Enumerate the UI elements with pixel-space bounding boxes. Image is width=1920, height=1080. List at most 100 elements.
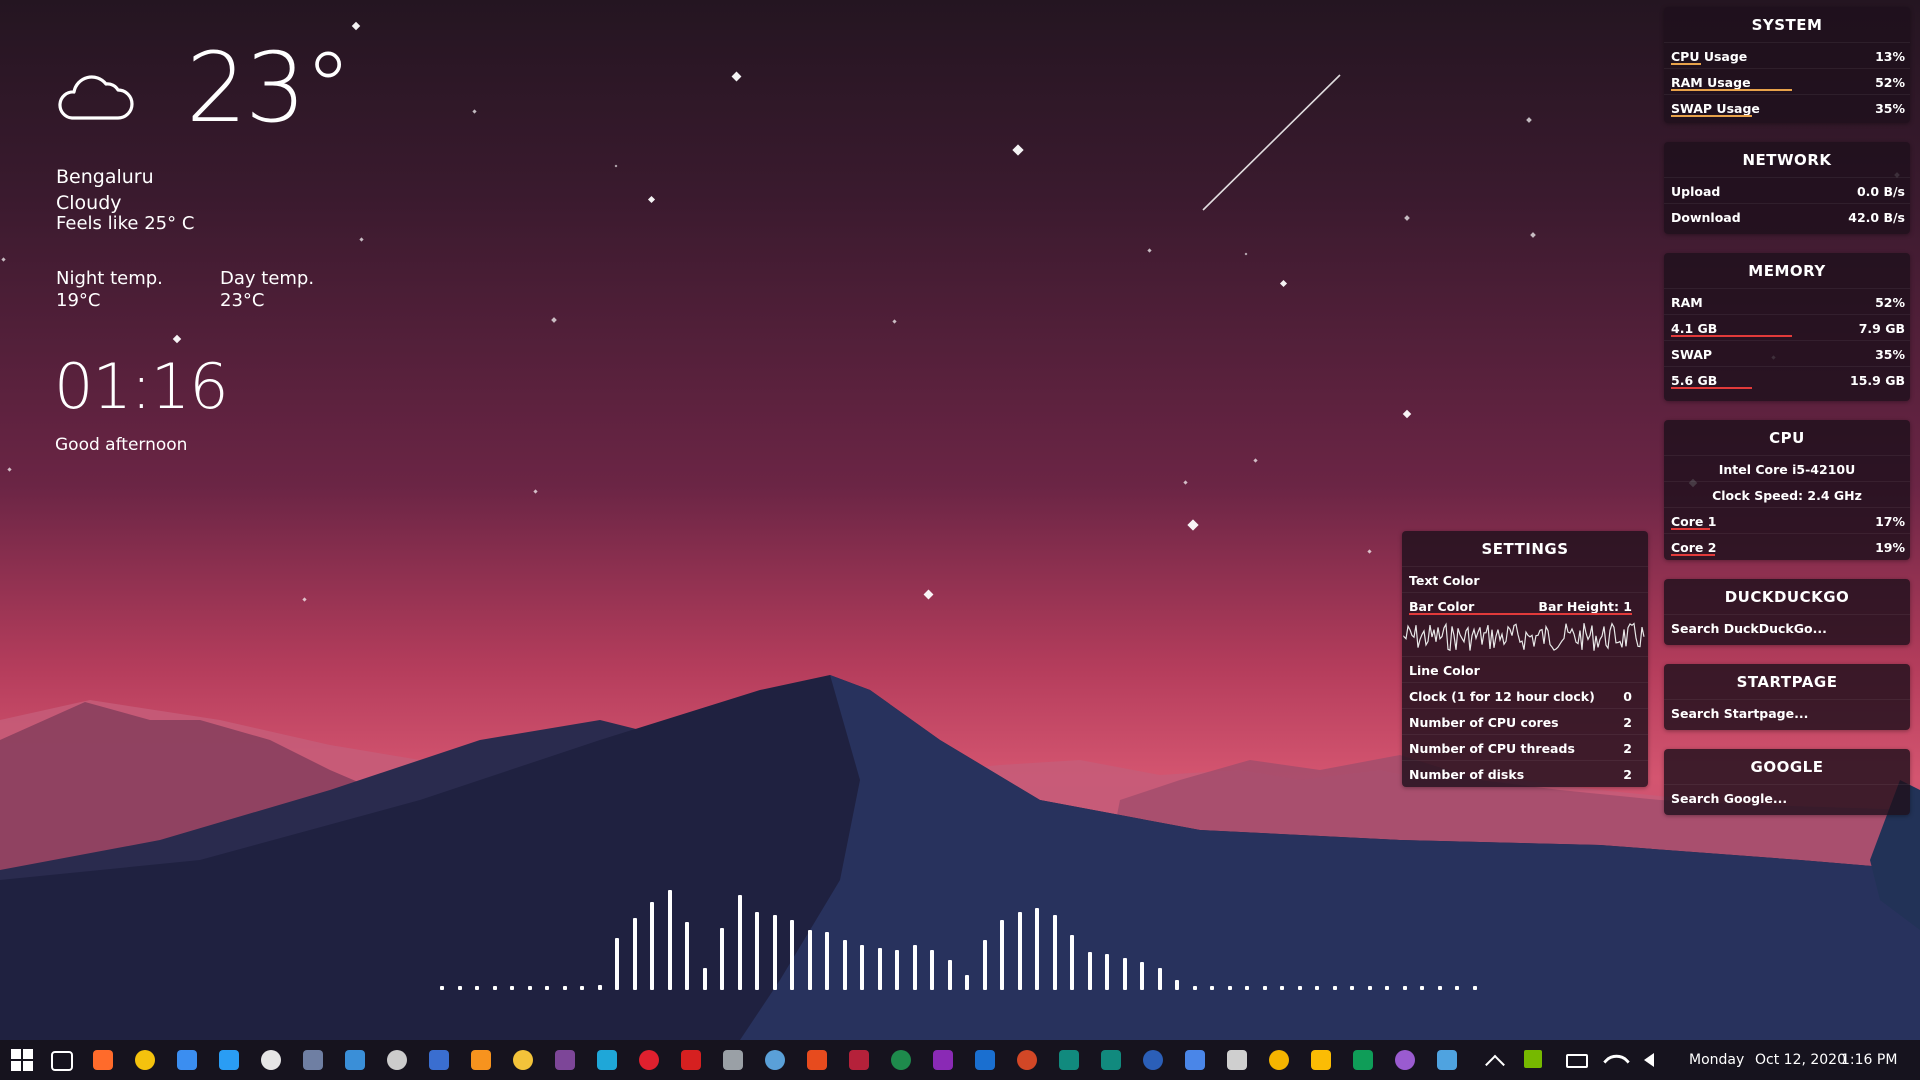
visualizer-bar	[1070, 935, 1074, 990]
settings-row[interactable]: Number of CPU threads 2	[1402, 734, 1648, 760]
usage-bar	[1671, 335, 1792, 337]
terminal-icon[interactable]	[387, 1050, 407, 1070]
settings-row-value: 2	[1623, 741, 1632, 756]
firefox-dev-icon[interactable]	[177, 1050, 197, 1070]
visualizer-bar	[1385, 986, 1389, 990]
acrobat-icon[interactable]	[681, 1050, 701, 1070]
battery-icon[interactable]	[1566, 1054, 1588, 1068]
excel-icon[interactable]	[891, 1050, 911, 1070]
cpu-row-value: 19%	[1875, 540, 1905, 555]
system-row-label: CPU Usage	[1671, 49, 1748, 64]
network-row: Upload 0.0 B/s	[1664, 177, 1910, 203]
powerpoint-icon[interactable]	[1017, 1050, 1037, 1070]
visualizer-bar	[720, 928, 724, 990]
tray-nvidia-icon[interactable]	[1524, 1050, 1542, 1068]
firefox-icon[interactable]	[93, 1050, 113, 1070]
taskbar-day[interactable]: Monday	[1689, 1052, 1744, 1068]
forms-icon[interactable]	[1395, 1050, 1415, 1070]
sway-icon[interactable]	[1101, 1050, 1121, 1070]
visualizer-bar	[527, 986, 532, 990]
panel-title: NETWORK	[1742, 151, 1832, 169]
visualizer-bar	[1332, 986, 1337, 990]
visualizer-bar	[1105, 954, 1109, 990]
settings-row[interactable]: Number of disks 2	[1402, 760, 1648, 786]
usage-bar	[1671, 528, 1710, 530]
volume-icon[interactable]	[1644, 1053, 1654, 1067]
memory-row-label: 5.6 GB	[1671, 373, 1718, 388]
visualizer-bar	[755, 912, 759, 990]
wifi-analyzer-icon[interactable]	[723, 1050, 743, 1070]
visualizer-bar	[1297, 986, 1302, 990]
waveform-line	[1403, 622, 1645, 652]
ccleaner-icon[interactable]	[765, 1050, 785, 1070]
calculator-icon[interactable]	[303, 1050, 323, 1070]
visualizer-bar	[1315, 986, 1319, 990]
system-row-value: 35%	[1875, 101, 1905, 116]
slides-icon[interactable]	[1269, 1050, 1289, 1070]
visualizer-bar	[1122, 958, 1127, 990]
powershell-icon[interactable]	[429, 1050, 449, 1070]
panel-title: GOOGLE	[1750, 758, 1824, 776]
bar-color-setting[interactable]: Bar Color Bar Height: 1	[1402, 592, 1648, 618]
panel-title: MEMORY	[1748, 262, 1826, 280]
memory-row-label: 4.1 GB	[1671, 321, 1718, 336]
keep-icon[interactable]	[1311, 1050, 1331, 1070]
opera-icon[interactable]	[639, 1050, 659, 1070]
bar-height-setting[interactable]: Bar Height: 1	[1538, 599, 1632, 614]
system-row: CPU Usage 13%	[1664, 42, 1910, 68]
visualizer-bar	[1420, 986, 1424, 990]
start-icon[interactable]	[9, 1047, 33, 1071]
wifi-icon[interactable]	[1603, 1048, 1630, 1075]
publisher-icon[interactable]	[1059, 1050, 1079, 1070]
bar-color-swatch	[1409, 613, 1632, 615]
settings-row[interactable]: Number of CPU cores 2	[1402, 708, 1648, 734]
chrome-icon[interactable]	[135, 1050, 155, 1070]
city-name: Bengaluru	[56, 166, 154, 188]
tor-browser-icon[interactable]	[555, 1050, 575, 1070]
memory-row: 5.6 GB 15.9 GB	[1664, 366, 1910, 392]
remote-desktop-icon[interactable]	[345, 1050, 365, 1070]
taskbar-time[interactable]: 1:16 PM	[1841, 1052, 1897, 1068]
weather-condition: Cloudy	[56, 192, 122, 214]
line-color-setting[interactable]: Line Color	[1402, 656, 1648, 682]
settings-panel: SETTINGS Text Color Bar Color Bar Height…	[1402, 531, 1648, 787]
network-row-value: 42.0 B/s	[1848, 210, 1905, 225]
system-row-label: RAM Usage	[1671, 75, 1751, 90]
text-color-setting[interactable]: Text Color	[1402, 566, 1648, 592]
panel-title: CPU	[1769, 429, 1805, 447]
visualizer-bar	[615, 938, 619, 990]
system-row-value: 52%	[1875, 75, 1905, 90]
startpage-panel: STARTPAGE Search Startpage...	[1664, 664, 1910, 730]
office-icon[interactable]	[807, 1050, 827, 1070]
drop-icon[interactable]	[1437, 1050, 1457, 1070]
visualizer-bar	[930, 950, 934, 990]
file-icon[interactable]	[1227, 1050, 1247, 1070]
network-panel: NETWORK Upload 0.0 B/s Download 42.0 B/s	[1664, 142, 1910, 234]
show-hidden-icons-icon[interactable]	[1485, 1054, 1505, 1075]
task-view-icon[interactable]	[51, 1051, 73, 1071]
vlc-icon[interactable]	[471, 1050, 491, 1070]
visualizer-bar	[965, 975, 969, 990]
network-row-label: Upload	[1671, 184, 1721, 199]
startpage-search-input[interactable]: Search Startpage...	[1664, 699, 1910, 725]
file-explorer-icon[interactable]	[513, 1050, 533, 1070]
notepad-icon[interactable]	[261, 1050, 281, 1070]
edge-icon[interactable]	[597, 1050, 617, 1070]
google-search-input[interactable]: Search Google...	[1664, 784, 1910, 810]
access-icon[interactable]	[849, 1050, 869, 1070]
visualizer-bar	[545, 986, 549, 990]
sheets-icon[interactable]	[1353, 1050, 1373, 1070]
word-icon[interactable]	[1143, 1050, 1163, 1070]
settings-row-value: 0	[1623, 689, 1632, 704]
settings-row[interactable]: Clock (1 for 12 hour clock) 0	[1402, 682, 1648, 708]
duckduckgo-search-input[interactable]: Search DuckDuckGo...	[1664, 614, 1910, 640]
vscode-icon[interactable]	[219, 1050, 239, 1070]
docs-icon[interactable]	[1185, 1050, 1205, 1070]
cpu-row-label: Core 1	[1671, 514, 1717, 529]
visualizer-bar	[1472, 986, 1477, 990]
taskbar-date[interactable]: Oct 12, 2020	[1755, 1052, 1846, 1068]
memory-row-value: 52%	[1875, 295, 1905, 310]
onenote-icon[interactable]	[933, 1050, 953, 1070]
audio-visualizer	[440, 880, 1500, 990]
outlook-icon[interactable]	[975, 1050, 995, 1070]
